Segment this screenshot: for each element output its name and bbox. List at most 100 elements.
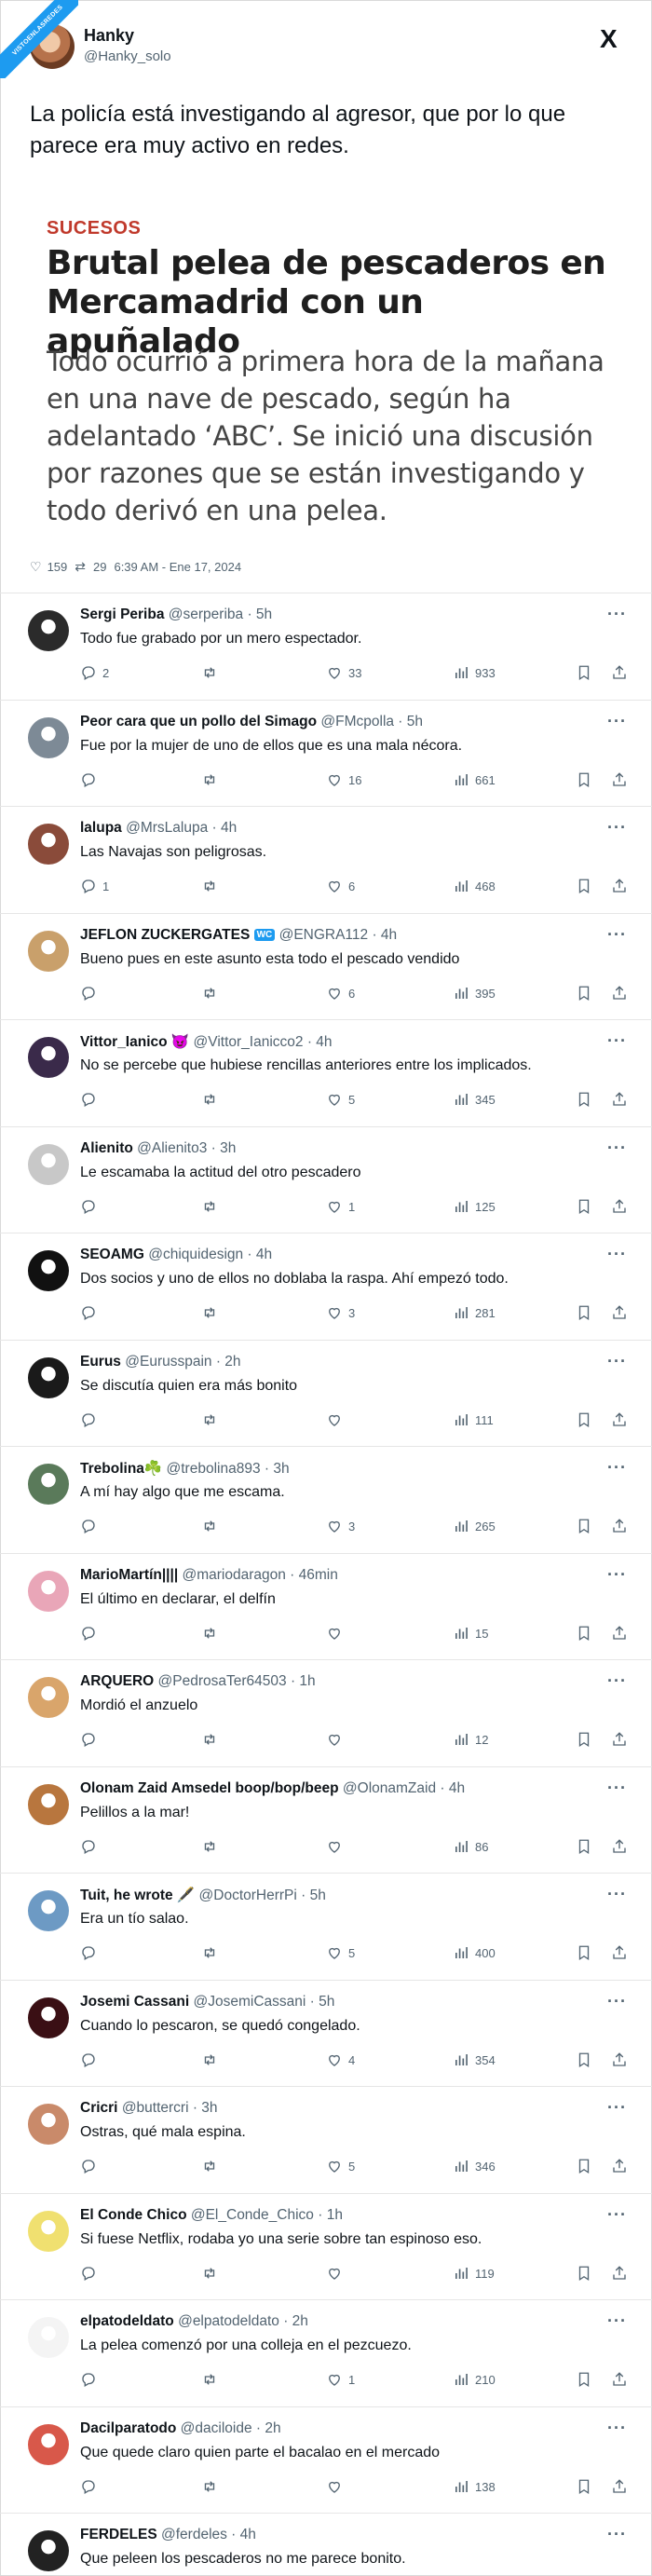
like-button[interactable]: 6 [326,985,355,1002]
bookmark-button[interactable] [576,2371,592,2388]
share-button[interactable] [611,1411,628,1428]
reply-button[interactable] [80,1304,102,1321]
avatar[interactable] [28,717,69,758]
bookmark-button[interactable] [576,1518,592,1534]
reply-button[interactable] [80,2478,102,2495]
reply-author-name[interactable]: lalupa [80,820,122,836]
retweet-button[interactable] [201,2265,224,2282]
share-button[interactable] [611,1731,628,1748]
reply-button[interactable] [80,2158,102,2174]
views-button[interactable]: 210 [453,2371,496,2388]
reply-author-name[interactable]: Sergi Periba [80,607,164,622]
views-button[interactable]: 468 [453,878,496,894]
list-item[interactable]: Eurus @Eurusspain · 2h ··· Se discutía qui… [0,1340,652,1447]
views-button[interactable]: 400 [453,1944,496,1961]
bookmark-button[interactable] [576,1944,592,1961]
views-button[interactable]: 933 [453,664,496,681]
reply-author-handle[interactable]: @elpatodeldato · 2h [178,2313,308,2329]
bookmark-button[interactable] [576,878,592,894]
avatar[interactable] [28,2211,69,2252]
like-button[interactable]: 6 [326,878,355,894]
reply-author-handle[interactable]: @daciloide · 2h [181,2420,281,2436]
views-button[interactable]: 265 [453,1518,496,1534]
bookmark-button[interactable] [576,2265,592,2282]
like-button[interactable]: 5 [326,2158,355,2174]
more-options-icon[interactable]: ··· [607,1779,627,1798]
reply-author-name[interactable]: Tuit, he wrote 🖋️ [80,1888,195,1903]
views-button[interactable]: 354 [453,2051,496,2068]
list-item[interactable]: SEOAMG @chiquidesign · 4h ··· Dos socios y… [0,1233,652,1340]
share-button[interactable] [611,1838,628,1855]
retweet-button[interactable] [201,1731,224,1748]
more-options-icon[interactable]: ··· [607,2205,627,2225]
bookmark-button[interactable] [576,771,592,788]
more-options-icon[interactable]: ··· [607,1352,627,1371]
bookmark-button[interactable] [576,2158,592,2174]
bookmark-button[interactable] [576,1731,592,1748]
reply-author-handle[interactable]: @PedrosaTer64503 · 1h [158,1673,316,1689]
list-item[interactable]: Sergi Periba @serperiba · 5h ··· Todo fue … [0,593,652,700]
reply-author-name[interactable]: SEOAMG [80,1247,144,1262]
more-options-icon[interactable]: ··· [607,1245,627,1264]
share-button[interactable] [611,878,628,894]
views-button[interactable]: 345 [453,1091,496,1108]
avatar[interactable] [28,931,69,972]
avatar[interactable] [28,1464,69,1505]
like-button[interactable]: 16 [326,771,361,788]
avatar[interactable] [28,1144,69,1185]
reply-author-handle[interactable]: @ferdeles · 4h [161,2527,256,2542]
reply-button[interactable] [80,1091,102,1108]
like-button[interactable] [326,1625,348,1642]
more-options-icon[interactable]: ··· [607,925,627,945]
list-item[interactable]: El Conde Chico @El_Conde_Chico · 1h ··· Si… [0,2193,652,2300]
reply-button[interactable] [80,2051,102,2068]
reply-author-name[interactable]: El Conde Chico [80,2207,187,2223]
like-button[interactable]: 5 [326,1091,355,1108]
reply-author-name[interactable]: ARQUERO [80,1673,154,1689]
share-button[interactable] [611,2265,628,2282]
reply-author-name[interactable]: Peor cara que un pollo del Simago [80,714,317,729]
views-button[interactable]: 346 [453,2158,496,2174]
list-item[interactable]: elpatodeldato @elpatodeldato · 2h ··· La p… [0,2299,652,2406]
share-button[interactable] [611,2051,628,2068]
reply-author-handle[interactable]: @OlonamZaid · 4h [343,1780,465,1796]
list-item[interactable]: Dacilparatodo @daciloide · 2h ··· Que qued… [0,2406,652,2514]
reply-author-handle[interactable]: @MrsLalupa · 4h [126,820,237,836]
reply-author-handle[interactable]: @Alienito3 · 3h [137,1140,236,1156]
more-options-icon[interactable]: ··· [607,712,627,731]
like-button[interactable]: 3 [326,1304,355,1321]
list-item[interactable]: JEFLON ZUCKERGATES WC @ENGRA112 · 4h ··· B… [0,913,652,1020]
like-button[interactable]: 3 [326,1518,355,1534]
avatar[interactable] [28,1357,69,1398]
share-button[interactable] [611,1198,628,1215]
bookmark-button[interactable] [576,1625,592,1642]
retweet-button[interactable] [201,2371,224,2388]
more-options-icon[interactable]: ··· [607,1565,627,1585]
more-options-icon[interactable]: ··· [607,2098,627,2118]
reply-button[interactable] [80,985,102,1002]
avatar[interactable] [28,1890,69,1931]
more-options-icon[interactable]: ··· [607,1992,627,2011]
reply-button[interactable] [80,1198,102,1215]
reply-author-handle[interactable]: @Vittor_Ianicco2 · 4h [194,1034,333,1050]
views-button[interactable]: 138 [453,2478,496,2495]
reply-author-handle[interactable]: @Eurusspain · 2h [125,1354,240,1370]
list-item[interactable]: lalupa @MrsLalupa · 4h ··· Las Navajas son… [0,806,652,913]
like-button[interactable]: 33 [326,664,361,681]
share-button[interactable] [611,2478,628,2495]
views-button[interactable]: 661 [453,771,496,788]
more-options-icon[interactable]: ··· [607,1671,627,1691]
retweet-button[interactable] [201,985,224,1002]
like-button[interactable] [326,1838,348,1855]
avatar[interactable] [28,824,69,865]
avatar[interactable] [28,1997,69,2038]
bookmark-button[interactable] [576,1838,592,1855]
views-button[interactable]: 12 [453,1731,488,1748]
reply-author-name[interactable]: Olonam Zaid Amsedel boop/bop/beep [80,1780,339,1796]
author-handle[interactable]: @Hanky_solo [84,48,171,64]
bookmark-button[interactable] [576,1411,592,1428]
reply-button[interactable] [80,2265,102,2282]
retweet-button[interactable] [201,1304,224,1321]
retweet-button[interactable] [201,878,224,894]
reply-author-handle[interactable]: @ENGRA112 · 4h [279,927,398,943]
